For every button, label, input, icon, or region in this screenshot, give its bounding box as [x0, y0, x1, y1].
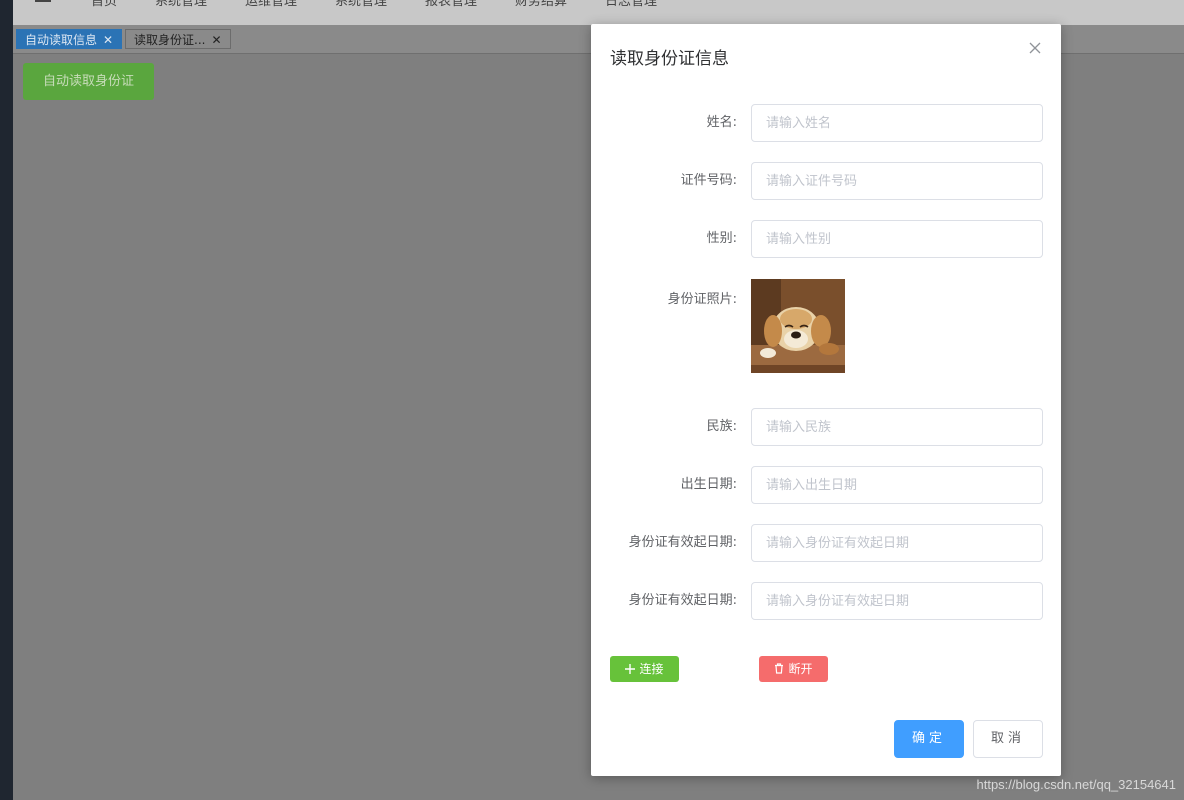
connect-button[interactable]: 连接: [610, 656, 679, 682]
id-number-label: 证件号码:: [680, 173, 737, 188]
valid-start-input[interactable]: [751, 524, 1043, 562]
tag-label: 自动读取信息: [25, 33, 98, 47]
form-row-id-number: 证件号码:: [591, 162, 1061, 200]
disconnect-label: 断开: [788, 662, 813, 676]
top-navbar: 首页 系统管理 运维管理 系统管理 报表管理 财务结算 日志管理: [13, 0, 1184, 25]
ethnicity-label: 民族:: [706, 419, 737, 434]
form-row-birthdate: 出生日期:: [591, 466, 1061, 504]
nav-item-home[interactable]: 首页: [91, 0, 117, 9]
form-row-gender: 性别:: [591, 220, 1061, 258]
valid-start-2-label: 身份证有效起日期:: [628, 593, 737, 608]
tag-auto-read[interactable]: 自动读取信息 ✕: [16, 29, 123, 49]
close-icon[interactable]: ✕: [211, 33, 221, 47]
read-idcard-dialog: 读取身份证信息 姓名: 证件号码: 性别: 身份证照片: 民族: 出生日期:: [591, 24, 1061, 776]
sidebar-strip: [0, 0, 13, 800]
hamburger-icon[interactable]: [35, 0, 51, 4]
confirm-button[interactable]: 确定: [894, 720, 964, 758]
birthdate-input[interactable]: [751, 466, 1043, 504]
disconnect-button[interactable]: 断开: [759, 656, 828, 682]
name-input[interactable]: [751, 104, 1043, 142]
form-row-name: 姓名:: [591, 104, 1061, 142]
form-row-valid-start: 身份证有效起日期:: [591, 524, 1061, 562]
dialog-title: 读取身份证信息: [610, 49, 729, 69]
cancel-button[interactable]: 取消: [973, 720, 1043, 758]
trash-icon: [775, 663, 784, 674]
close-icon[interactable]: [1027, 40, 1043, 56]
nav-item-finance[interactable]: 财务结算: [515, 0, 567, 9]
form-row-ethnicity: 民族:: [591, 408, 1061, 446]
auto-read-idcard-button[interactable]: 自动读取身份证: [23, 63, 154, 100]
connect-label: 连接: [639, 662, 664, 676]
ethnicity-input[interactable]: [751, 408, 1043, 446]
nav-item-log[interactable]: 日志管理: [605, 0, 657, 9]
id-number-input[interactable]: [751, 162, 1043, 200]
nav-item-system-2[interactable]: 系统管理: [335, 0, 387, 9]
photo-label: 身份证照片:: [667, 292, 737, 307]
gender-input[interactable]: [751, 220, 1043, 258]
id-photo-image: [751, 279, 845, 373]
gender-label: 性别:: [706, 231, 737, 246]
birthdate-label: 出生日期:: [680, 477, 737, 492]
form-row-valid-start-2: 身份证有效起日期:: [591, 582, 1061, 620]
name-label: 姓名:: [706, 115, 737, 130]
nav-item-report[interactable]: 报表管理: [425, 0, 477, 9]
tag-label: 读取身份证...: [134, 33, 206, 47]
tag-read-idcard[interactable]: 读取身份证... ✕: [125, 29, 231, 49]
valid-start-2-input[interactable]: [751, 582, 1043, 620]
valid-start-label: 身份证有效起日期:: [628, 535, 737, 550]
nav-item-system[interactable]: 系统管理: [155, 0, 207, 9]
close-icon[interactable]: ✕: [103, 33, 113, 47]
nav-item-ops[interactable]: 运维管理: [245, 0, 297, 9]
plus-icon: [625, 664, 636, 674]
watermark-text: https://blog.csdn.net/qq_32154641: [976, 777, 1177, 792]
